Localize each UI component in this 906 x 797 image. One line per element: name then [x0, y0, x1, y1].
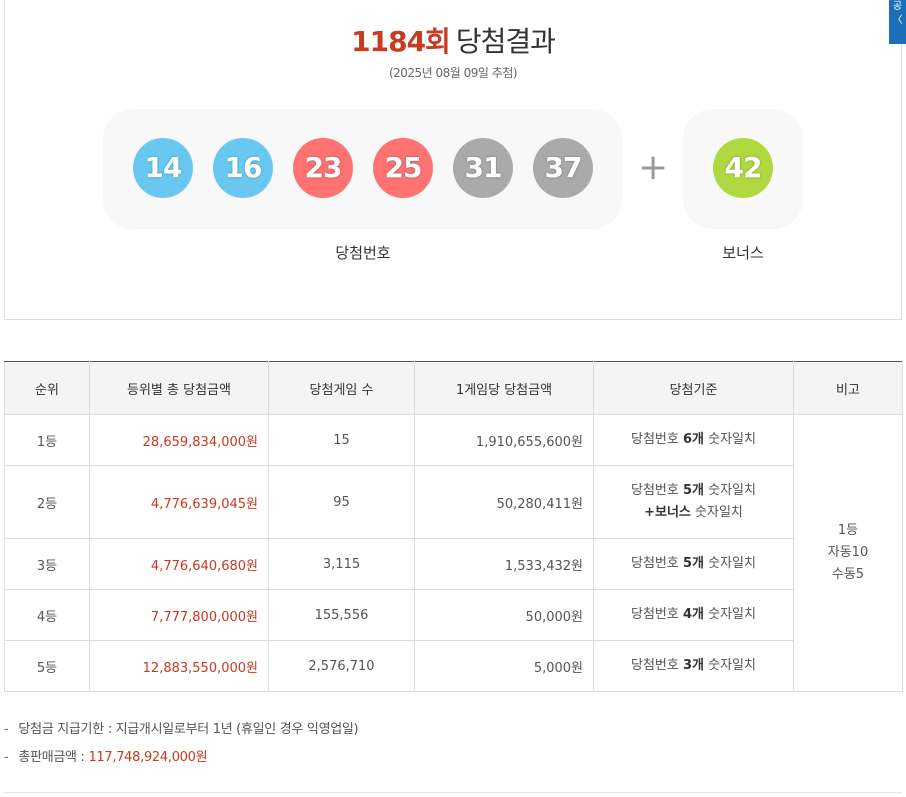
criteria-text: 숫자일치 [690, 505, 743, 520]
criteria-text: 숫자일치 [704, 607, 756, 622]
criteria-text: 당첨번호 [631, 483, 683, 498]
prize-per-game-cell: 5,000원 [414, 640, 594, 692]
criteria-count: 4개 [682, 607, 704, 622]
criteria-count: 6개 [682, 432, 704, 447]
header-winner-count: 당첨게임 수 [268, 361, 415, 415]
prize-per-game-cell: 1,533,432원 [414, 538, 594, 590]
criteria-text: 숫자일치 [704, 556, 756, 571]
winner-count-cell: 3,115 [268, 538, 415, 590]
header-total-prize: 등위별 총 당첨금액 [89, 361, 269, 415]
criteria-cell: 당첨번호 5개 숫자일치 [593, 538, 794, 590]
note-cell: 1등 자동10 수동5 [793, 414, 903, 692]
criteria-cell: 당첨번호 4개 숫자일치 [593, 589, 794, 641]
prize-per-game-cell: 50,280,411원 [414, 465, 594, 539]
winning-ball-2: 16 [213, 138, 273, 198]
header-note: 비고 [793, 361, 903, 415]
total-prize-cell: 4,776,640,680원 [89, 538, 269, 590]
criteria-cell: 당첨번호 6개 숫자일치 [593, 414, 794, 466]
rank-cell: 3등 [4, 538, 90, 590]
criteria-text: 숫자일치 [704, 432, 756, 447]
table-row: 4등 7,777,800,000원 155,556 50,000원 당첨번호 4… [4, 589, 903, 641]
bullet-dash: - [4, 722, 9, 737]
bullet-dash: - [4, 750, 9, 765]
rank-cell: 4등 [4, 589, 90, 641]
note-rank: 1등 [837, 523, 859, 538]
sales-label: 총판매금액 : [18, 750, 89, 765]
rank-cell: 1등 [4, 414, 90, 466]
criteria-text: 당첨번호 [631, 556, 683, 571]
criteria-text: 당첨번호 [631, 432, 683, 447]
prize-per-game-cell: 50,000원 [414, 589, 594, 641]
total-sales-info: - 총판매금액 : 117,748,924,000원 [4, 746, 208, 765]
criteria-cell: 당첨번호 5개 숫자일치 +보너스 숫자일치 [593, 465, 794, 539]
winner-count-cell: 2,576,710 [268, 640, 415, 692]
sales-value: 117,748,924,000원 [88, 750, 208, 765]
header-criteria: 당첨기준 [593, 361, 794, 415]
table-row: 2등 4,776,639,045원 95 50,280,411원 당첨번호 5개… [4, 465, 903, 539]
prize-table: 순위 등위별 총 당첨금액 당첨게임 수 1게임당 당첨금액 당첨기준 비고 1… [4, 361, 903, 692]
criteria-cell: 당첨번호 3개 숫자일치 [593, 640, 794, 692]
total-prize-cell: 4,776,639,045원 [89, 465, 269, 539]
winning-ball-4: 25 [373, 138, 433, 198]
winning-ball-1: 14 [133, 138, 193, 198]
table-row: 1등 28,659,834,000원 15 1,910,655,600원 당첨번… [4, 414, 903, 692]
side-quick-tab[interactable]: 공 〈 [889, 0, 906, 44]
total-prize-cell: 28,659,834,000원 [89, 414, 269, 466]
payment-deadline-info: - 당첨금 지급기한 : 지급개시일로부터 1년 (휴일인 경우 익영업일) [4, 718, 359, 737]
deadline-label: 당첨금 지급기한 : [18, 722, 116, 737]
side-tab-char: 공 [892, 1, 903, 12]
table-header-row: 순위 등위별 총 당첨금액 당첨게임 수 1게임당 당첨금액 당첨기준 비고 [4, 361, 903, 415]
table-row: 5등 12,883,550,000원 2,576,710 5,000원 당첨번호… [4, 640, 903, 692]
rank-cell: 2등 [4, 465, 90, 539]
round-number: 1184회 [351, 25, 451, 58]
criteria-bonus: +보너스 [644, 505, 691, 520]
page-title: 1184회 당첨결과 [0, 20, 906, 60]
criteria-text: 숫자일치 [704, 483, 756, 498]
winner-count-cell: 95 [268, 465, 415, 539]
total-prize-cell: 7,777,800,000원 [89, 589, 269, 641]
winner-count-cell: 155,556 [268, 589, 415, 641]
criteria-count: 5개 [682, 483, 704, 498]
criteria-count: 3개 [682, 658, 704, 673]
bottom-divider [4, 792, 902, 793]
winning-ball-5: 31 [453, 138, 513, 198]
draw-date: (2025년 08월 09일 추첨) [388, 66, 518, 80]
criteria-text: 당첨번호 [631, 658, 683, 673]
winner-count-cell: 15 [268, 414, 415, 466]
bonus-ball: 42 [713, 138, 773, 198]
winning-ball-6: 37 [533, 138, 593, 198]
rank-cell: 5등 [4, 640, 90, 692]
criteria-text: 숫자일치 [704, 658, 756, 673]
table-row: 3등 4,776,640,680원 3,115 1,533,432원 당첨번호 … [4, 538, 903, 590]
note-auto: 자동10 [827, 545, 869, 560]
deadline-value: 지급개시일로부터 1년 (휴일인 경우 익영업일) [115, 722, 359, 737]
criteria-count: 5개 [682, 556, 704, 571]
note-manual: 수동5 [831, 567, 865, 582]
plus-icon: + [638, 147, 669, 188]
criteria-text: 당첨번호 [631, 607, 683, 622]
header-rank: 순위 [4, 361, 90, 415]
winning-numbers-label: 당첨번호 [335, 244, 391, 262]
bonus-label: 보너스 [722, 244, 764, 262]
winning-ball-3: 23 [293, 138, 353, 198]
header-prize-per-game: 1게임당 당첨금액 [414, 361, 594, 415]
title-label: 당첨결과 [455, 25, 556, 58]
prize-per-game-cell: 1,910,655,600원 [414, 414, 594, 466]
total-prize-cell: 12,883,550,000원 [89, 640, 269, 692]
chevron-left-icon: 〈 [892, 15, 903, 26]
